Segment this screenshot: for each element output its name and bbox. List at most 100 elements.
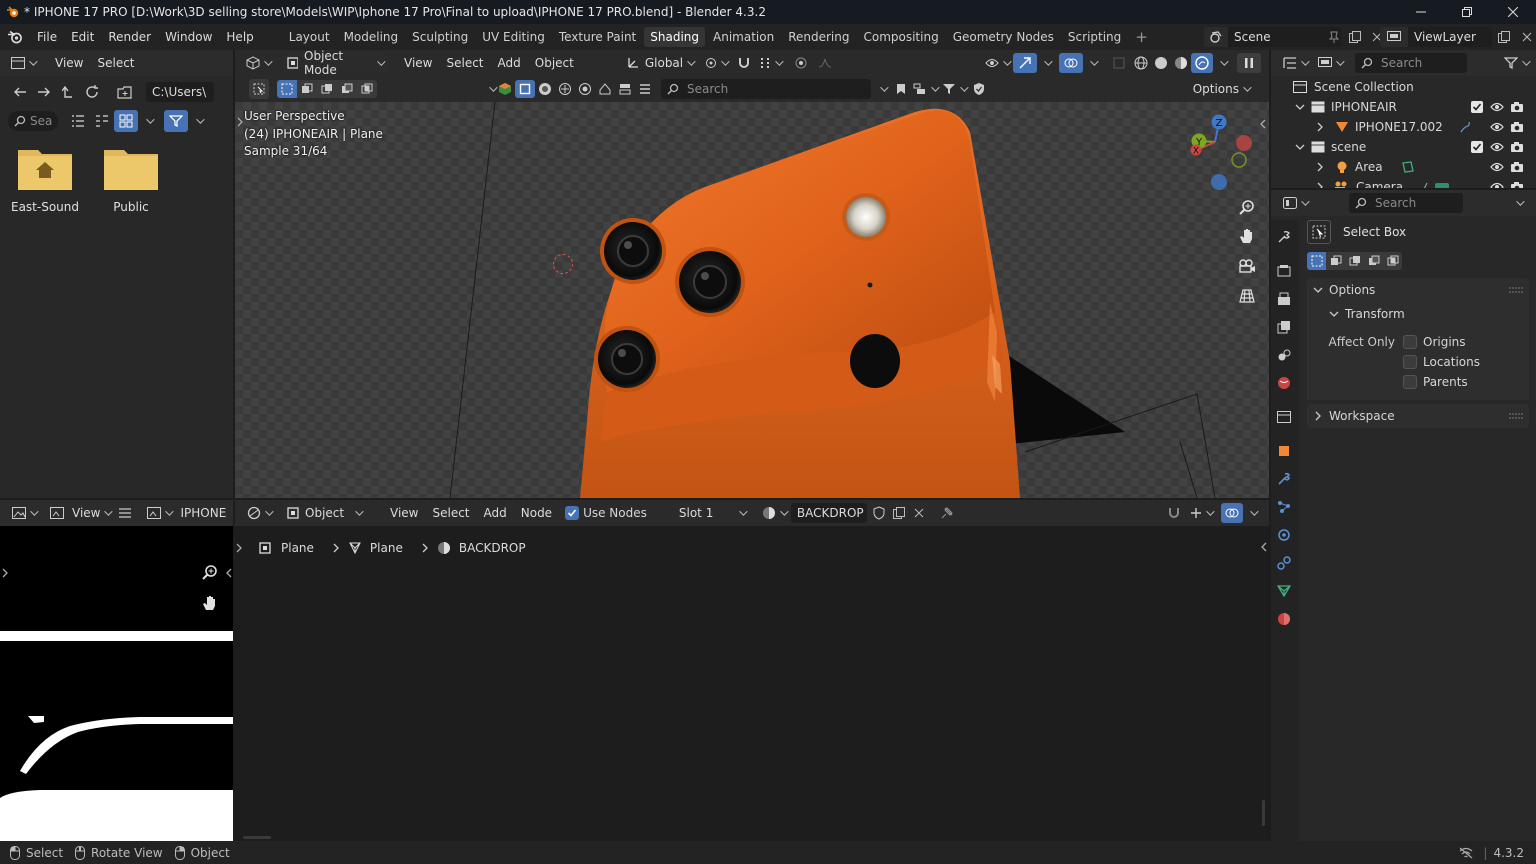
display-options-icon[interactable]: [138, 118, 156, 124]
tab-texture-paint[interactable]: Texture Paint: [553, 27, 642, 47]
eye-icon[interactable]: [1490, 182, 1504, 188]
viewport-options-button[interactable]: Options: [1187, 79, 1255, 99]
eye-icon[interactable]: [1490, 102, 1504, 112]
tab-render-icon[interactable]: [1271, 258, 1297, 284]
restore-icon[interactable]: [1444, 0, 1490, 24]
menu-window[interactable]: Window: [158, 30, 219, 44]
new-scene-icon[interactable]: [1344, 31, 1366, 43]
tab-layout[interactable]: Layout: [283, 27, 336, 47]
fb-menu-view[interactable]: View: [48, 56, 90, 70]
filter-object-icon[interactable]: [515, 80, 535, 98]
visibility-icon[interactable]: [981, 58, 1013, 68]
menu-file[interactable]: File: [30, 30, 64, 44]
mode-intersect-icon[interactable]: [1383, 252, 1402, 270]
tab-view-layer-icon[interactable]: [1271, 314, 1297, 340]
tab-tool-icon[interactable]: [1271, 224, 1297, 250]
list-horizontal-icon[interactable]: [90, 115, 114, 127]
menu-render[interactable]: Render: [101, 30, 158, 44]
node-overlays-options-icon[interactable]: [1243, 510, 1259, 516]
shading-options-icon[interactable]: [1213, 60, 1229, 66]
view-mode-icon[interactable]: [46, 507, 68, 519]
exclude-checkbox[interactable]: [1471, 141, 1483, 153]
bookmark-icon[interactable]: [891, 83, 911, 95]
ne-menu-view[interactable]: View: [383, 506, 425, 520]
breadcrumb-mesh[interactable]: Plane: [370, 541, 403, 555]
new-viewlayer-icon[interactable]: [1492, 31, 1516, 43]
node-editor-type-icon[interactable]: [243, 506, 275, 520]
duplicate-material-icon[interactable]: [888, 503, 909, 523]
image-toolbar-toggle-icon[interactable]: [0, 566, 9, 580]
editor-type-icon[interactable]: [6, 57, 40, 69]
image-sidebar-toggle-icon[interactable]: [224, 566, 233, 580]
tab-constraints-icon[interactable]: [1271, 550, 1297, 576]
menu-help[interactable]: Help: [219, 30, 260, 44]
pin-node-tree-icon[interactable]: [935, 507, 959, 519]
ne-menu-select[interactable]: Select: [425, 506, 476, 520]
minimize-icon[interactable]: [1398, 0, 1444, 24]
active-tool-icon[interactable]: [249, 79, 269, 99]
tab-data-icon[interactable]: [1271, 578, 1297, 604]
hamburger-menu-icon[interactable]: [114, 508, 136, 518]
ne-menu-node[interactable]: Node: [514, 506, 559, 520]
object-color-icon[interactable]: [495, 82, 515, 96]
vp-menu-select[interactable]: Select: [439, 56, 490, 70]
expand-right-icon[interactable]: [1315, 182, 1325, 188]
outliner-row[interactable]: Area: [1271, 157, 1536, 177]
tab-geometry-nodes[interactable]: Geometry Nodes: [947, 27, 1060, 47]
snap-magnet-icon[interactable]: [733, 57, 755, 69]
overlays-toggle-icon[interactable]: [1059, 53, 1083, 73]
tab-compositing[interactable]: Compositing: [857, 27, 944, 47]
new-folder-icon[interactable]: [110, 85, 140, 99]
outliner-scene-collection[interactable]: Scene Collection: [1271, 77, 1536, 97]
outliner-row[interactable]: IPHONEAIR: [1271, 97, 1536, 117]
expand-down-icon[interactable]: [1295, 102, 1305, 112]
use-nodes-toggle[interactable]: Use Nodes: [565, 506, 647, 520]
tab-uv-editing[interactable]: UV Editing: [476, 27, 551, 47]
solid-shading-icon[interactable]: [1151, 56, 1171, 70]
viewlayer-selector[interactable]: ViewLayer: [1408, 27, 1492, 47]
slot-selector[interactable]: Slot 1: [672, 503, 751, 523]
mode-subtract-icon[interactable]: [1345, 252, 1364, 270]
list-vertical-icon[interactable]: [66, 115, 90, 127]
proportional-edit-icon[interactable]: [789, 57, 813, 69]
eye-icon[interactable]: [1490, 122, 1504, 132]
pan-hand-icon[interactable]: [1235, 222, 1259, 250]
vp-menu-view[interactable]: View: [397, 56, 439, 70]
filter-light-icon[interactable]: [555, 82, 575, 96]
tab-material-icon[interactable]: [1271, 606, 1297, 632]
outliner-filter-icon[interactable]: [1500, 57, 1532, 69]
vp-search-field[interactable]: Search: [661, 79, 871, 99]
properties-search-field[interactable]: Search: [1349, 193, 1463, 213]
filter-empty-icon[interactable]: [595, 82, 615, 96]
search-options-icon[interactable]: [871, 86, 891, 92]
zoom-icon[interactable]: [1235, 194, 1259, 222]
vp-menu-object[interactable]: Object: [528, 56, 581, 70]
tab-world-icon[interactable]: [1271, 370, 1297, 396]
drag-handle-icon[interactable]: [1509, 413, 1523, 419]
fb-menu-select[interactable]: Select: [90, 56, 141, 70]
snap-grid-icon[interactable]: [755, 57, 785, 69]
tab-physics-icon[interactable]: [1271, 522, 1297, 548]
folder-item[interactable]: East-Sound: [8, 144, 82, 214]
material-name-field[interactable]: BACKDROP: [790, 503, 867, 523]
pivot-icon[interactable]: [699, 57, 733, 69]
shield-icon[interactable]: [969, 82, 989, 96]
back-arrow-icon[interactable]: [8, 86, 32, 98]
camera-render-icon[interactable]: [1510, 181, 1524, 188]
locations-checkbox[interactable]: [1403, 355, 1417, 369]
outliner-search-field[interactable]: Search: [1355, 53, 1467, 73]
collapse-icon[interactable]: [485, 86, 495, 92]
select-subtract-icon[interactable]: [317, 80, 337, 98]
thumbnails-icon[interactable]: [114, 110, 138, 132]
options-panel-header[interactable]: Options: [1307, 278, 1529, 302]
image-browse-icon[interactable]: [142, 507, 176, 519]
pause-render-icon[interactable]: [1237, 53, 1261, 73]
sort-icon[interactable]: [911, 83, 939, 95]
blender-menu-icon[interactable]: [0, 30, 30, 44]
image-editor-type-icon[interactable]: [8, 507, 40, 519]
filter-camera-icon[interactable]: [575, 82, 595, 96]
wireframe-shading-icon[interactable]: [1131, 56, 1151, 70]
breadcrumb-toggle-icon[interactable]: [235, 543, 243, 553]
camera-render-icon[interactable]: [1510, 121, 1524, 133]
viewlayer-icon[interactable]: [1380, 27, 1408, 47]
